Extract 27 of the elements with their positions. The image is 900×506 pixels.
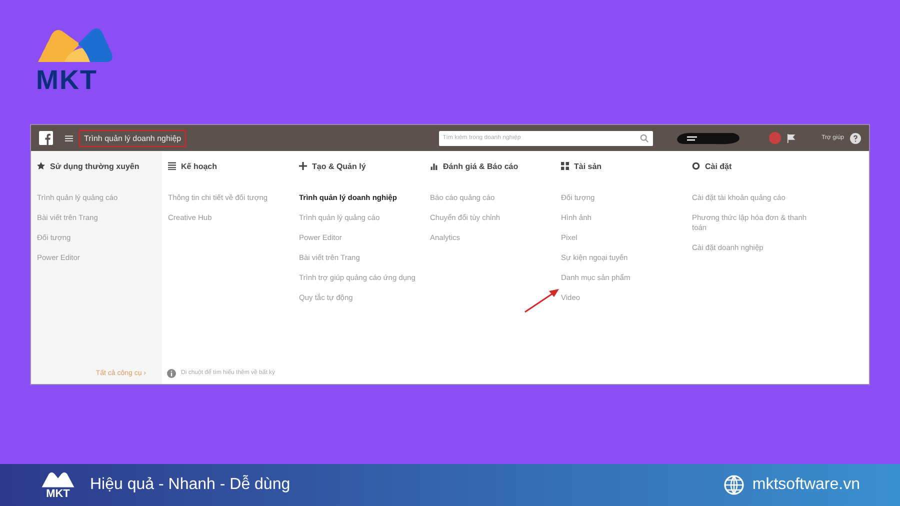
help-icon[interactable] (850, 132, 861, 144)
column-heading: Tạo & Quản lý (312, 162, 366, 170)
logo-text: MKT (36, 66, 98, 94)
column-heading: Đánh giá & Báo cáo (443, 162, 518, 170)
website-link[interactable]: mktsoftware.vn (752, 476, 860, 494)
facebook-icon[interactable] (39, 131, 53, 145)
column-heading: Tài sản (574, 162, 602, 170)
column-heading: Kế hoạch (181, 162, 218, 170)
logo-mark-icon (40, 470, 76, 488)
gear-icon (692, 162, 700, 170)
list-icon (168, 162, 176, 170)
globe-icon (724, 475, 744, 495)
column-heading: Cài đặt (705, 162, 732, 170)
flag-icon[interactable] (786, 134, 796, 142)
redaction-mark (674, 130, 741, 146)
logo-text: MKT (46, 488, 70, 500)
column-heading: Sử dụng thường xuyên (50, 162, 140, 170)
star-icon (37, 162, 45, 170)
info-icon (167, 368, 176, 378)
bar-chart-icon (430, 162, 438, 170)
menu-icon[interactable] (65, 134, 73, 142)
grid-icon (561, 162, 569, 170)
window-title[interactable]: Trình quản lý doanh nghiệp (79, 130, 186, 146)
pointer-arrow (524, 287, 560, 313)
search-icon[interactable] (640, 134, 649, 142)
plus-icon (299, 162, 307, 170)
slogan: Hiệu quả - Nhanh - Dễ dùng (90, 476, 290, 494)
